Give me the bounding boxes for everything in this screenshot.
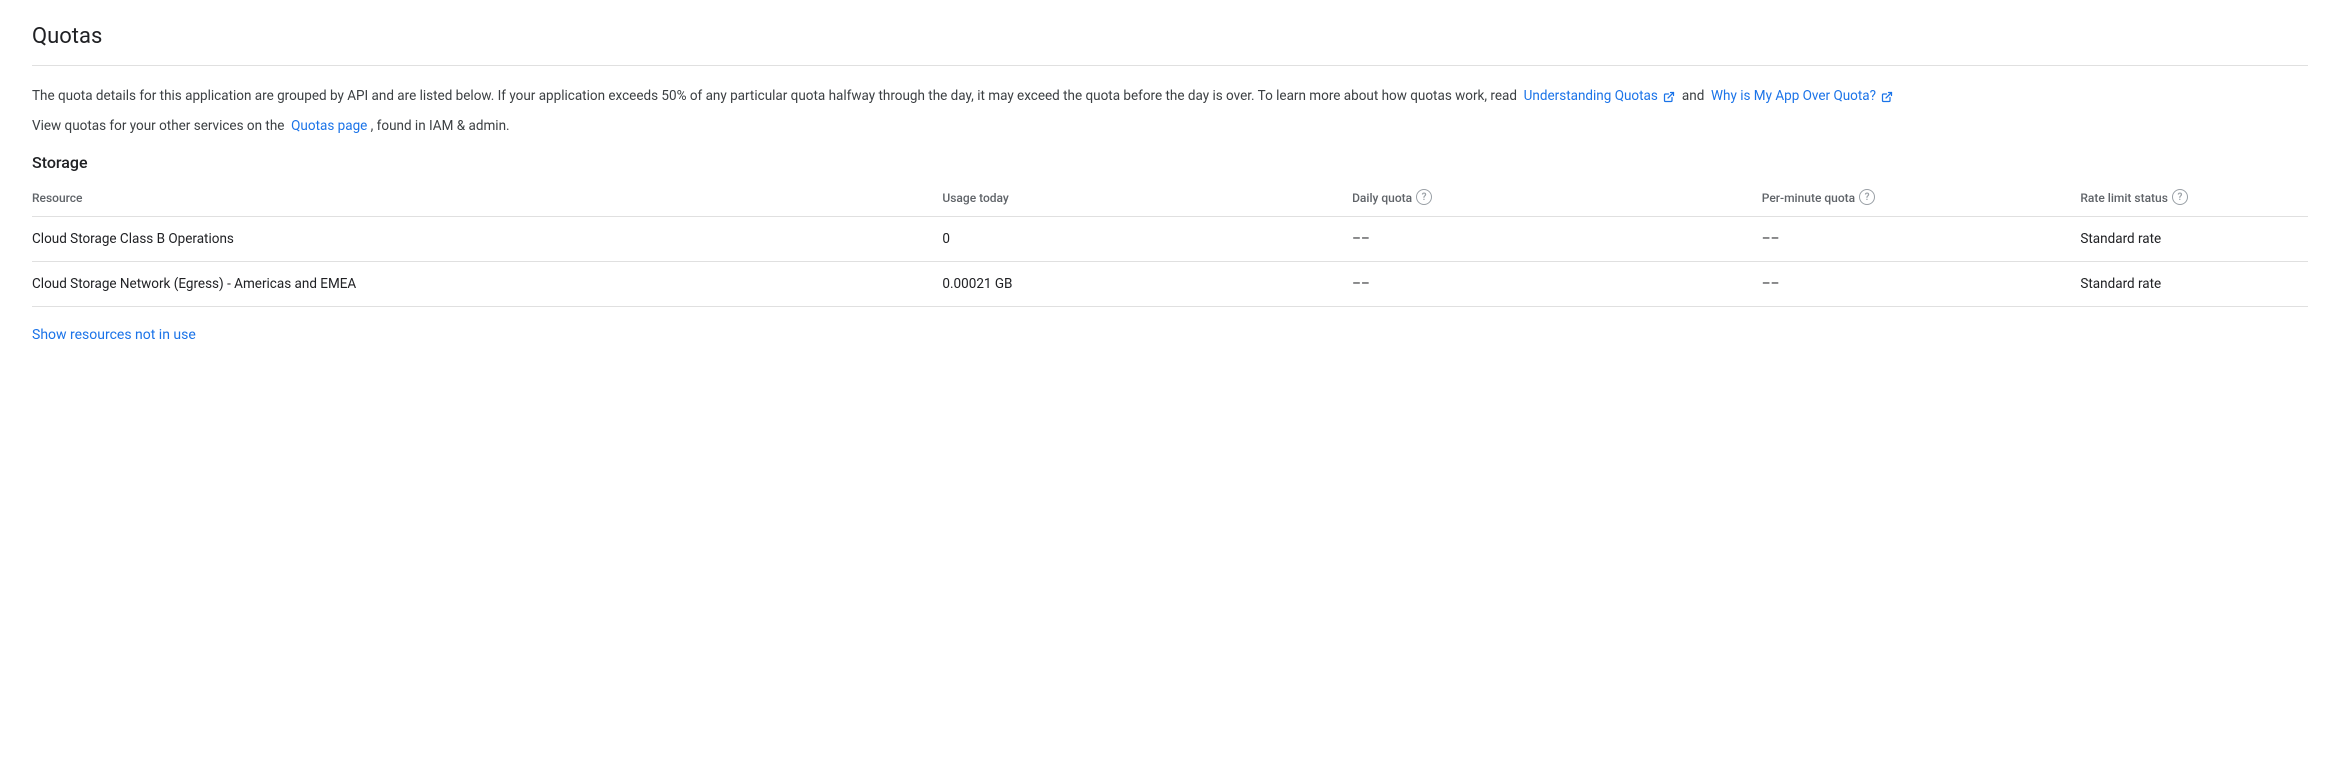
quotas-page-link[interactable]: Quotas page	[291, 118, 367, 134]
rate-limit-help-icon[interactable]: ?	[2172, 189, 2188, 205]
description-text-1: The quota details for this application a…	[32, 88, 1520, 104]
show-resources-link[interactable]: Show resources not in use	[32, 327, 196, 343]
divider	[32, 65, 2308, 66]
header-usage-today: Usage today	[942, 180, 1352, 217]
description-block: The quota details for this application a…	[32, 86, 2308, 137]
usage-today-cell: 0.00021 GB	[942, 262, 1352, 307]
description-paragraph-1: The quota details for this application a…	[32, 86, 2308, 108]
external-icon-2	[1881, 89, 1893, 101]
perminute-quota-cell: ––	[1762, 262, 2081, 307]
table-row: Cloud Storage Class B Operations0––––Sta…	[32, 217, 2308, 262]
daily-quota-help-icon[interactable]: ?	[1416, 189, 1432, 205]
storage-section-title: Storage	[32, 153, 2308, 172]
header-daily-quota: Daily quota ?	[1352, 180, 1762, 217]
description-text-4: , found in IAM & admin.	[371, 118, 510, 134]
rate-limit-status-cell: Standard rate	[2080, 262, 2308, 307]
daily-quota-cell: ––	[1352, 262, 1762, 307]
description-text-3: View quotas for your other services on t…	[32, 118, 288, 134]
table-body: Cloud Storage Class B Operations0––––Sta…	[32, 217, 2308, 307]
perminute-quota-cell: ––	[1762, 217, 2081, 262]
resource-cell: Cloud Storage Class B Operations	[32, 217, 942, 262]
page-title: Quotas	[32, 24, 2308, 49]
usage-today-cell: 0	[942, 217, 1352, 262]
table-header-row: Resource Usage today Daily quota ? Per-m…	[32, 180, 2308, 217]
description-text-2: and	[1679, 88, 1708, 104]
header-resource: Resource	[32, 180, 942, 217]
quota-table: Resource Usage today Daily quota ? Per-m…	[32, 180, 2308, 307]
resource-cell: Cloud Storage Network (Egress) - America…	[32, 262, 942, 307]
external-icon-1	[1663, 89, 1675, 101]
header-perminute-quota: Per-minute quota ?	[1762, 180, 2081, 217]
rate-limit-status-cell: Standard rate	[2080, 217, 2308, 262]
header-rate-limit-status: Rate limit status ?	[2080, 180, 2308, 217]
description-paragraph-2: View quotas for your other services on t…	[32, 116, 2308, 138]
perminute-quota-help-icon[interactable]: ?	[1859, 189, 1875, 205]
page-container: Quotas The quota details for this applic…	[0, 0, 2340, 367]
app-over-quota-link[interactable]: Why is My App Over Quota?	[1711, 88, 1876, 104]
table-header: Resource Usage today Daily quota ? Per-m…	[32, 180, 2308, 217]
understanding-quotas-link[interactable]: Understanding Quotas	[1524, 88, 1658, 104]
daily-quota-cell: ––	[1352, 217, 1762, 262]
table-row: Cloud Storage Network (Egress) - America…	[32, 262, 2308, 307]
